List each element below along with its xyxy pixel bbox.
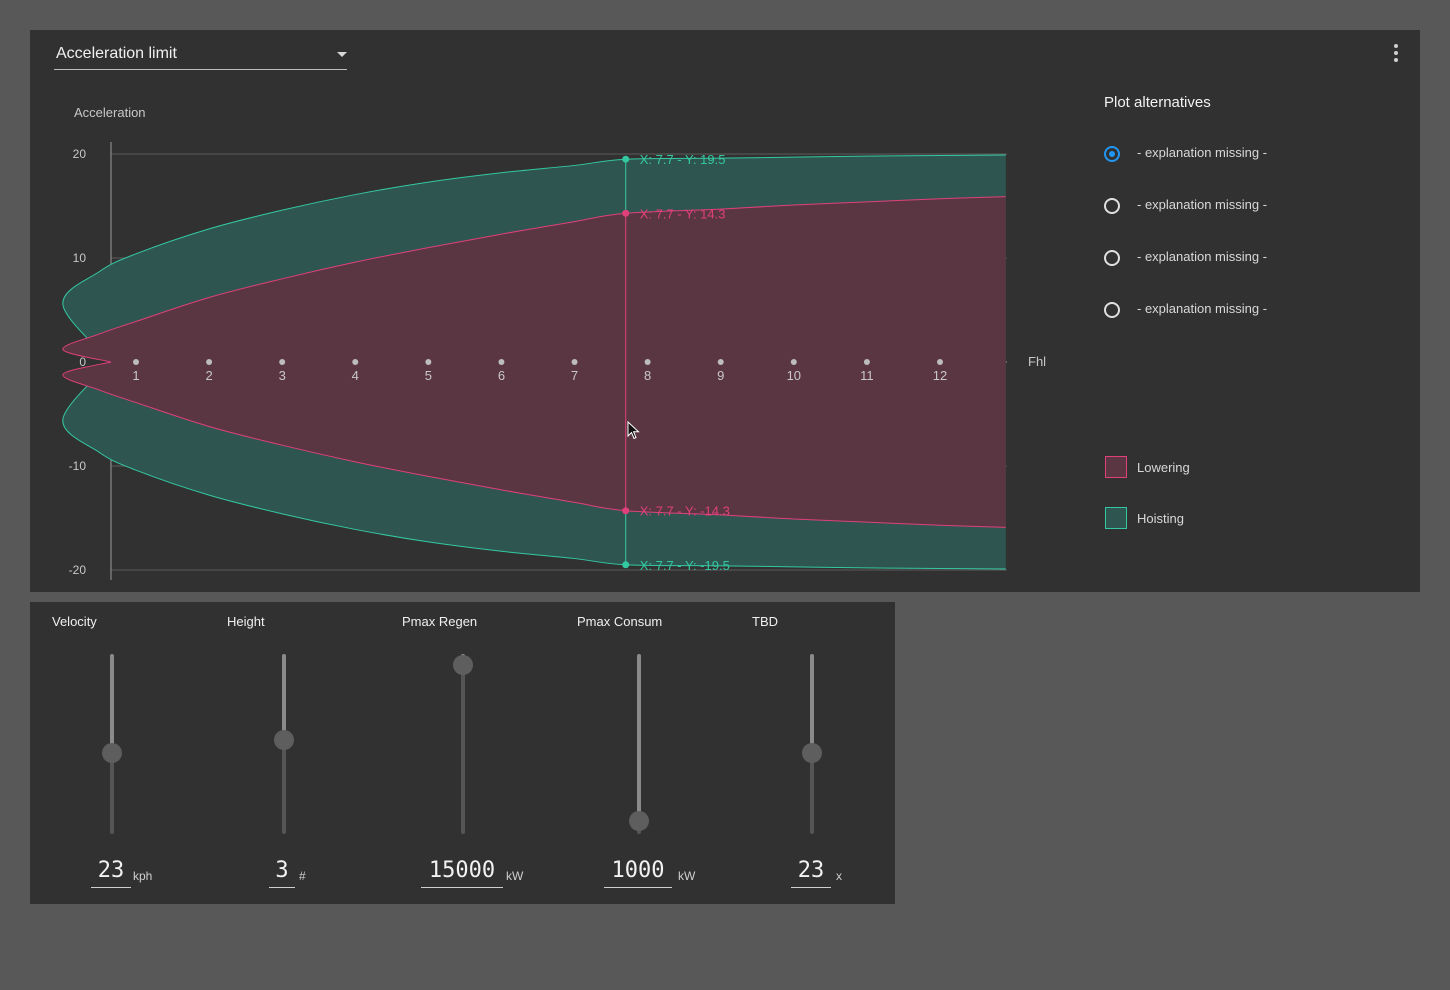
plot-alternatives-title: Plot alternatives <box>1104 94 1211 111</box>
x-tick-label: 12 <box>933 368 947 383</box>
crosshair-point <box>622 155 630 163</box>
x-tick-label: 11 <box>860 368 874 383</box>
height-input[interactable] <box>269 854 295 888</box>
x-tick-marker <box>571 359 578 365</box>
radio-button[interactable] <box>1104 146 1120 162</box>
radio-button[interactable] <box>1104 302 1120 318</box>
legend-label: Hoisting <box>1137 511 1184 526</box>
y-tick-label: -20 <box>69 563 87 577</box>
x-tick-marker <box>425 359 432 365</box>
x-tick-label: 3 <box>279 368 286 383</box>
slider-thumb[interactable] <box>102 743 122 763</box>
slider-pmax-regen: Pmax Regen kW <box>380 602 555 904</box>
slider-thumb[interactable] <box>274 730 294 751</box>
slider-velocity: Velocity kph <box>30 602 205 904</box>
x-tick-label: 8 <box>644 368 651 383</box>
slider-fill <box>110 654 114 753</box>
x-tick-marker <box>937 359 943 365</box>
x-tick-marker <box>133 359 139 365</box>
slider-title: Pmax Consum <box>577 614 663 629</box>
crosshair-point-label: X: 7.7 - Y: -19.5 <box>640 558 730 573</box>
slider-thumb[interactable] <box>453 654 473 675</box>
x-tick-label: 9 <box>717 368 724 383</box>
velocity-input[interactable] <box>91 854 131 888</box>
slider-unit: kW <box>506 869 524 883</box>
x-tick-label: 5 <box>425 368 432 383</box>
y-tick-label: -10 <box>69 459 87 473</box>
slider-title: TBD <box>752 614 778 629</box>
crosshair-point <box>622 209 630 217</box>
x-tick-marker <box>790 359 797 365</box>
tbd-input[interactable] <box>791 854 831 888</box>
slider-unit: kW <box>678 869 696 883</box>
pmax-regen-input[interactable] <box>421 854 503 888</box>
crosshair-point-label: X: 7.7 - Y: 19.5 <box>640 152 726 167</box>
crosshair-point <box>622 561 630 569</box>
x-tick-label: 6 <box>498 368 505 383</box>
y-tick-label: 10 <box>73 251 87 265</box>
legend-swatch <box>1105 456 1127 478</box>
crosshair-point-label: X: 7.7 - Y: 14.3 <box>640 206 726 221</box>
radio-label: - explanation missing - <box>1137 145 1268 160</box>
x-tick-marker <box>206 359 213 365</box>
slider-track[interactable] <box>629 654 649 834</box>
slider-unit: kph <box>133 869 153 883</box>
slider-height: Height # <box>205 602 380 904</box>
x-tick-marker <box>644 359 651 365</box>
radio-button[interactable] <box>1104 198 1120 214</box>
chart-panel: Acceleration limit 20 10 0 -10 -20 1 2 3 4 5 6 7 8 9 1… <box>30 30 1420 592</box>
radio-label: - explanation missing - <box>1137 197 1268 212</box>
x-tick-label: 1 <box>132 368 139 383</box>
slider-track[interactable] <box>453 654 473 834</box>
radio-button[interactable] <box>1104 250 1120 266</box>
crosshair-point-label: X: 7.7 - Y: -14.3 <box>640 504 730 519</box>
slider-track[interactable] <box>274 654 294 834</box>
radio-label: - explanation missing - <box>1137 249 1268 264</box>
radio-label: - explanation missing - <box>1137 301 1268 316</box>
x-tick-marker <box>498 359 505 365</box>
parameter-sliders-panel: Velocity kph Height # Pmax Regen kW Pmax… <box>30 602 895 904</box>
slider-fill <box>282 654 286 741</box>
x-tick-marker <box>279 359 286 365</box>
slider-pmax-consum: Pmax Consum kW <box>555 602 730 904</box>
slider-tbd: TBD x <box>730 602 905 904</box>
x-tick-label: 2 <box>205 368 212 383</box>
slider-title: Velocity <box>52 614 97 629</box>
y-axis-label: Acceleration <box>74 105 146 120</box>
slider-unit: x <box>836 869 842 883</box>
slider-fill <box>810 654 814 753</box>
slider-title: Height <box>227 614 265 629</box>
crosshair-point <box>622 507 630 515</box>
slider-title: Pmax Regen <box>402 614 478 629</box>
x-tick-marker <box>717 359 724 365</box>
slider-thumb[interactable] <box>629 811 649 832</box>
slider-thumb[interactable] <box>802 743 822 763</box>
slider-fill <box>637 654 641 822</box>
pmax-consum-input[interactable] <box>604 854 672 888</box>
legend-swatch <box>1105 507 1127 529</box>
y-tick-label: 20 <box>73 147 87 161</box>
x-tick-label: 4 <box>352 368 359 383</box>
x-tick-marker <box>863 359 870 365</box>
legend-label: Lowering <box>1137 460 1190 475</box>
x-tick-marker <box>352 359 359 365</box>
x-tick-label: 10 <box>787 368 801 383</box>
slider-track[interactable] <box>802 654 822 834</box>
more-vert-icon[interactable] <box>1386 42 1406 64</box>
acceleration-chart[interactable]: 20100-10-201 2 3 4 5 6 7 8 9 10 11 12AccelerationFh… <box>30 30 1090 592</box>
slider-track[interactable] <box>102 654 122 834</box>
x-axis-label: Fhl <box>1028 354 1046 369</box>
x-tick-label: 7 <box>571 368 578 383</box>
slider-unit: # <box>299 869 306 883</box>
